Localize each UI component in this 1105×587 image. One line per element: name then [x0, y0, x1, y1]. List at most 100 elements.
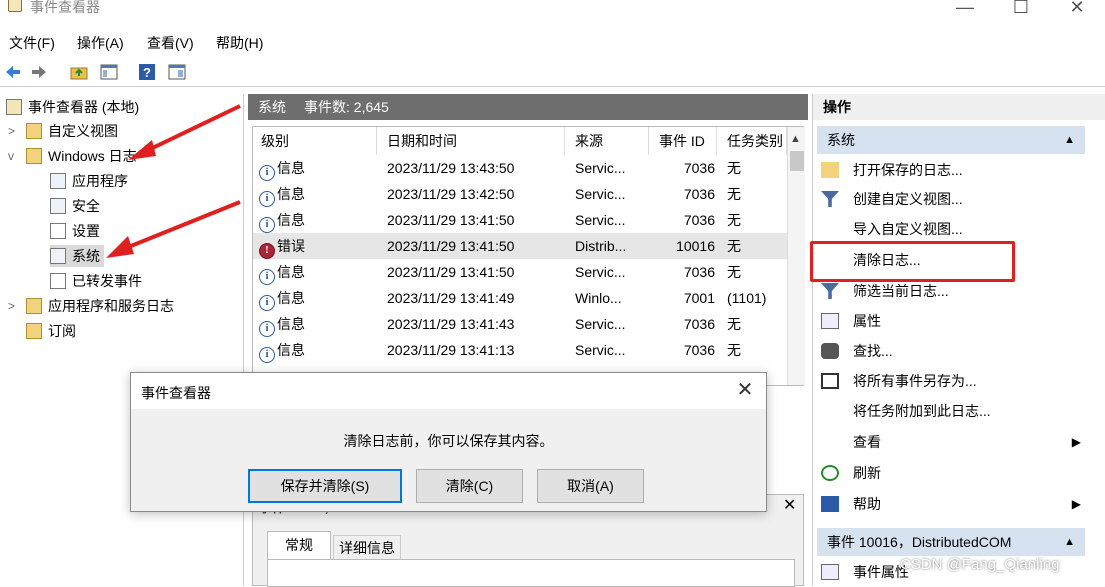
- cell-text: Servic...: [575, 160, 626, 176]
- table-row[interactable]: i 信息 2023/11/29 13:41:13 Servic... 7036 无: [253, 337, 787, 363]
- scroll-thumb[interactable]: [790, 151, 804, 171]
- cell-text: 信息: [277, 212, 305, 228]
- expand-caret-icon[interactable]: >: [8, 299, 15, 313]
- action-attach-task[interactable]: 将任务附加到此日志...: [821, 399, 991, 423]
- cell-id: 10016: [653, 233, 715, 259]
- action-properties[interactable]: 属性: [821, 309, 881, 333]
- log-icon: [50, 273, 66, 289]
- cell-text: 2023/11/29 13:41:50: [387, 238, 515, 254]
- maximize-button[interactable]: ☐: [998, 0, 1044, 22]
- cell-source: Winlo...: [575, 285, 655, 311]
- up-folder-icon[interactable]: [70, 63, 88, 81]
- column-task[interactable]: 任务类别: [719, 127, 787, 155]
- cell-text: 7036: [683, 186, 715, 202]
- scroll-up-icon[interactable]: ▲: [790, 133, 801, 145]
- detail-content: [267, 559, 795, 587]
- cell-task: 无: [727, 207, 787, 233]
- show-hide-tree-icon[interactable]: [100, 63, 118, 81]
- column-event-id[interactable]: 事件 ID: [651, 127, 717, 155]
- blank-icon: [821, 221, 839, 237]
- filter-icon: [821, 191, 839, 207]
- action-create-view[interactable]: 创建自定义视图...: [821, 187, 963, 211]
- event-grid: 级别 日期和时间 来源 事件 ID 任务类别 i 信息 2023/11/29 13:…: [252, 126, 805, 386]
- cell-id: 7036: [653, 181, 715, 207]
- event-viewer-icon: [6, 99, 22, 115]
- show-hide-action-pane-icon[interactable]: [168, 63, 186, 81]
- log-icon: [50, 198, 66, 214]
- action-import-view[interactable]: 导入自定义视图...: [821, 217, 963, 241]
- tree-app-service-label: 应用程序和服务日志: [48, 298, 174, 314]
- menu-view[interactable]: 查看(V): [147, 33, 194, 53]
- cell-level: i 信息: [259, 259, 377, 285]
- grid-scrollbar[interactable]: ▲: [787, 127, 805, 385]
- annotation-arrows: [106, 104, 241, 258]
- column-level[interactable]: 级别: [253, 127, 377, 155]
- table-row[interactable]: i 信息 2023/11/29 13:42:50 Servic... 7036 无: [253, 181, 787, 207]
- close-window-button[interactable]: ✕: [1054, 0, 1100, 22]
- section-system[interactable]: 系统 ▲: [817, 126, 1085, 154]
- close-detail-icon[interactable]: ✕: [783, 495, 796, 515]
- action-filter-log[interactable]: 筛选当前日志...: [821, 279, 949, 303]
- section-event[interactable]: 事件 10016，DistributedCOM ▲: [817, 528, 1085, 556]
- table-row[interactable]: ! 错误 2023/11/29 13:41:50 Distrib... 10016 无: [253, 233, 787, 259]
- table-row[interactable]: i 信息 2023/11/29 13:41:50 Servic... 7036 无: [253, 207, 787, 233]
- actions-pane: 操作 系统 ▲ 打开保存的日志... 创建自定义视图... 导入自定义视图... …: [812, 94, 1105, 586]
- back-arrow-icon[interactable]: [4, 63, 22, 81]
- help-icon[interactable]: ?: [138, 63, 156, 81]
- collapse-up-icon[interactable]: ▲: [1064, 528, 1075, 556]
- menu-action[interactable]: 操作(A): [77, 33, 124, 53]
- folder-icon: [26, 123, 42, 139]
- dialog-close-icon[interactable]: ✕: [731, 379, 759, 403]
- submenu-arrow-icon: ▶: [1071, 435, 1081, 449]
- forward-arrow-icon[interactable]: [30, 63, 48, 81]
- table-row[interactable]: i 信息 2023/11/29 13:41:43 Servic... 7036 无: [253, 311, 787, 337]
- table-row[interactable]: i 信息 2023/11/29 13:41:49 Winlo... 7001 (1101): [253, 285, 787, 311]
- title-bar: 事件查看器 — ☐ ✕: [0, 0, 1105, 28]
- cell-date: 2023/11/29 13:41:43: [387, 311, 567, 337]
- expand-caret-icon[interactable]: >: [8, 124, 15, 138]
- action-find[interactable]: 查找...: [821, 339, 893, 363]
- cell-date: 2023/11/29 13:43:50: [387, 155, 567, 181]
- menu-help[interactable]: 帮助(H): [216, 33, 263, 53]
- collapse-caret-icon[interactable]: v: [8, 149, 14, 163]
- cell-text: 无: [727, 264, 741, 280]
- action-attach-task-label: 将任务附加到此日志...: [853, 403, 991, 419]
- event-list-pane: 系统 事件数: 2,645 级别 日期和时间 来源 事件 ID 任务类别 i 信息 2…: [248, 94, 808, 587]
- cell-text: 7036: [683, 160, 715, 176]
- action-help[interactable]: 帮助 ▶: [821, 492, 1081, 516]
- action-save-all[interactable]: 将所有事件另存为...: [821, 369, 977, 393]
- action-refresh[interactable]: 刷新: [821, 461, 881, 485]
- table-row[interactable]: i 信息 2023/11/29 13:43:50 Servic... 7036 无: [253, 155, 787, 181]
- clear-button[interactable]: 清除(C): [416, 469, 523, 503]
- event-count: 事件数: 2,645: [304, 99, 389, 115]
- folder-icon: [26, 298, 42, 314]
- tree-app-service-logs[interactable]: 应用程序和服务日志: [26, 295, 174, 317]
- dialog-message: 清除日志前，你可以保存其内容。: [343, 433, 554, 449]
- action-open-saved-label: 打开保存的日志...: [853, 162, 963, 178]
- tab-details[interactable]: 详细信息: [333, 535, 401, 559]
- cancel-button[interactable]: 取消(A): [537, 469, 644, 503]
- save-and-clear-button[interactable]: 保存并清除(S): [248, 469, 402, 503]
- action-create-view-label: 创建自定义视图...: [853, 191, 963, 207]
- minimize-button[interactable]: —: [942, 0, 988, 22]
- action-view[interactable]: 查看 ▶: [821, 430, 1081, 454]
- action-event-properties[interactable]: 事件属性: [821, 560, 909, 584]
- column-source[interactable]: 来源: [567, 127, 649, 155]
- cell-task: 无: [727, 311, 787, 337]
- cell-text: 2023/11/29 13:43:50: [387, 160, 515, 176]
- save-disk-icon: [821, 373, 839, 389]
- subscription-icon: [26, 323, 42, 339]
- tab-general[interactable]: 常规: [267, 531, 331, 559]
- cell-id: 7036: [653, 311, 715, 337]
- cell-text: (1101): [727, 290, 767, 306]
- action-open-saved[interactable]: 打开保存的日志...: [821, 158, 963, 182]
- tree-subscriptions[interactable]: 订阅: [26, 320, 76, 342]
- cell-text: 2023/11/29 13:41:43: [387, 316, 515, 332]
- cell-source: Servic...: [575, 155, 655, 181]
- table-row[interactable]: i 信息 2023/11/29 13:41:50 Servic... 7036 无: [253, 259, 787, 285]
- column-date[interactable]: 日期和时间: [379, 127, 565, 155]
- menu-file[interactable]: 文件(F): [9, 33, 55, 53]
- info-icon: i: [259, 165, 275, 181]
- collapse-up-icon[interactable]: ▲: [1064, 126, 1075, 154]
- section-system-label: 系统: [827, 132, 855, 148]
